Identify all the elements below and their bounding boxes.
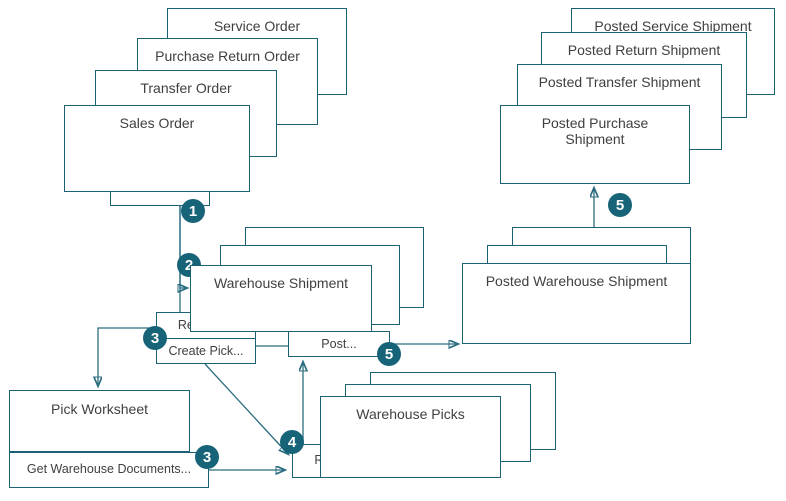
step-badge-number: 5 — [384, 345, 394, 363]
source-order-box-4: Sales Order — [64, 105, 250, 192]
pick-worksheet-box: Pick Worksheet — [9, 390, 190, 452]
pick-worksheet-label: Pick Worksheet — [51, 401, 148, 417]
warehouse-shipment-create-pick-action[interactable]: Create Pick... — [157, 339, 255, 365]
posted-shipment-box-4: Posted Purchase Shipment — [500, 105, 690, 184]
source-order-box-3-label: Transfer Order — [140, 80, 232, 96]
posted-shipment-box-2-label: Posted Return Shipment — [567, 42, 721, 58]
post-action[interactable]: Post... — [288, 331, 390, 357]
source-order-box-4-label: Sales Order — [119, 115, 195, 131]
posted-warehouse-shipment-box-3: Posted Warehouse Shipment — [462, 263, 691, 344]
step-badge-4: 4 — [280, 430, 304, 454]
get-warehouse-documents-action[interactable]: Get Warehouse Documents... — [9, 452, 209, 488]
step-badge-1: 1 — [181, 199, 205, 223]
step-badge-number: 4 — [287, 433, 297, 451]
warehouse-shipment-create-pick-label: Create Pick... — [168, 344, 244, 358]
step-badge-number: 5 — [615, 196, 625, 214]
step-badge-3: 3 — [195, 445, 219, 469]
step-badge-number: 1 — [188, 202, 198, 220]
posted-warehouse-shipment-box-3-label: Posted Warehouse Shipment — [485, 273, 668, 289]
source-order-box-2-label: Purchase Return Order — [155, 48, 300, 64]
step-badge-number: 3 — [150, 329, 160, 347]
warehouse-shipment-box-3-label: Warehouse Shipment — [213, 275, 349, 291]
warehouse-flow-diagram: Service Order Purchase Return Order Transf… — [0, 0, 786, 501]
get-warehouse-documents-label: Get Warehouse Documents... — [26, 462, 192, 476]
post-action-label: Post... — [321, 337, 357, 351]
warehouse-picks-box-3-label: Warehouse Picks — [356, 406, 465, 422]
warehouse-shipment-box-3: Warehouse Shipment — [190, 265, 372, 332]
connector-create-pick-to-register — [204, 363, 288, 454]
step-badge-5: 5 — [377, 342, 401, 366]
step-badge-number: 3 — [202, 448, 212, 466]
warehouse-picks-box-3: Warehouse Picks — [320, 396, 501, 478]
posted-shipment-box-3-label: Posted Transfer Shipment — [538, 74, 701, 90]
step-badge-3: 3 — [143, 326, 167, 350]
source-order-box-1-label: Service Order — [213, 18, 301, 34]
posted-shipment-box-4-label: Posted Purchase Shipment — [541, 115, 649, 148]
step-badge-5: 5 — [608, 193, 632, 217]
